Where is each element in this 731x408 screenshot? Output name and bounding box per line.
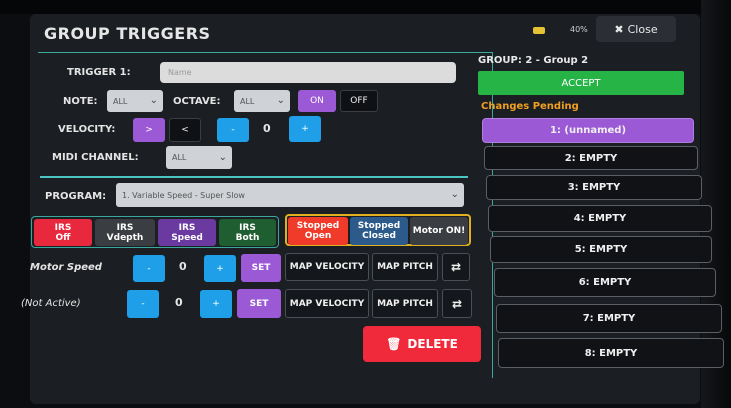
section-divider (40, 176, 468, 178)
chevron-down-icon: ⌄ (218, 151, 227, 163)
close-button[interactable]: ✖ Close (596, 16, 676, 42)
note-select[interactable]: ALL ⌄ (107, 90, 163, 112)
irs-button-3[interactable]: IRS Speed (158, 219, 216, 246)
accept-button[interactable]: ACCEPT (478, 71, 684, 95)
note-label: NOTE: (63, 96, 98, 107)
delete-button[interactable]: 🗑 DELETE (363, 326, 481, 362)
velocity-greater-button[interactable]: > (133, 118, 165, 142)
header-divider (38, 52, 493, 53)
velocity-less-button[interactable]: < (169, 118, 201, 142)
not-active-set-button[interactable]: SET (237, 289, 281, 318)
program-value: 1. Variable Speed - Super Slow (122, 190, 245, 200)
chevron-down-icon: ⌄ (149, 94, 158, 106)
not-active-increment-button[interactable]: + (200, 290, 232, 318)
irs-button-2[interactable]: IRS Vdepth (95, 219, 155, 246)
octave-select[interactable]: ALL ⌄ (234, 90, 290, 112)
swap-icon[interactable]: ⇄ (442, 289, 472, 318)
group-slot-3[interactable]: 3: EMPTY (486, 175, 702, 200)
chevron-down-icon: ⌄ (450, 188, 459, 200)
velocity-decrement-button[interactable]: - (217, 118, 249, 142)
changes-pending-label: Changes Pending (481, 101, 579, 112)
motor-speed-increment-button[interactable]: + (204, 255, 236, 282)
motor-speed-map-pitch-button[interactable]: MAP PITCH (372, 253, 438, 281)
motor-speed-value: 0 (179, 260, 187, 273)
group-slot-2[interactable]: 2: EMPTY (484, 146, 698, 170)
group-slot-1[interactable]: 1: (unnamed) (482, 118, 694, 143)
trash-icon: 🗑 (386, 337, 402, 351)
irs-button-1[interactable]: IRS Off (34, 219, 92, 246)
note-value: ALL (113, 96, 128, 106)
not-active-map-velocity-button[interactable]: MAP VELOCITY (285, 289, 369, 318)
close-label: Close (627, 22, 658, 36)
trigger-name-placeholder: Name (168, 68, 192, 77)
battery-level: 40% (570, 25, 588, 34)
motor-speed-set-button[interactable]: SET (241, 254, 281, 282)
velocity-value: 0 (263, 122, 271, 135)
motor-speed-decrement-button[interactable]: - (133, 255, 165, 282)
chevron-down-icon: ⌄ (276, 94, 285, 106)
midi-channel-label: MIDI CHANNEL: (52, 152, 139, 163)
trigger-name-input[interactable]: Name (160, 62, 456, 83)
octave-off-button[interactable]: OFF (340, 90, 378, 112)
page-title: GROUP TRIGGERS (44, 24, 211, 43)
octave-label: OCTAVE: (173, 96, 221, 107)
not-active-value: 0 (175, 296, 183, 309)
not-active-decrement-button[interactable]: - (127, 290, 159, 318)
screen-bezel-top (0, 0, 731, 14)
group-slot-4[interactable]: 4: EMPTY (488, 205, 712, 232)
motor-speed-map-velocity-button[interactable]: MAP VELOCITY (285, 253, 369, 281)
trigger-label: TRIGGER 1: (67, 67, 131, 78)
not-active-label: (Not Active) (21, 298, 81, 309)
group-title: GROUP: 2 - Group 2 (478, 55, 589, 66)
program-select[interactable]: 1. Variable Speed - Super Slow ⌄ (116, 183, 464, 207)
group-slot-7[interactable]: 7: EMPTY (496, 304, 722, 333)
battery-icon (533, 27, 545, 34)
group-slot-8[interactable]: 8: EMPTY (498, 338, 724, 368)
program-label: PROGRAM: (45, 191, 107, 202)
velocity-label: VELOCITY: (58, 124, 116, 135)
delete-label: DELETE (407, 337, 458, 351)
octave-on-button[interactable]: ON (298, 90, 336, 112)
close-icon: ✖ (614, 22, 624, 36)
irs-button-4[interactable]: IRS Both (219, 219, 276, 246)
motor-state-button-1[interactable]: Stopped Open (288, 217, 348, 245)
motor-speed-label: Motor Speed (30, 262, 102, 273)
group-slot-6[interactable]: 6: EMPTY (494, 268, 716, 297)
group-slot-5[interactable]: 5: EMPTY (490, 236, 712, 263)
octave-value: ALL (240, 96, 255, 106)
not-active-map-pitch-button[interactable]: MAP PITCH (372, 289, 438, 318)
motor-state-button-2[interactable]: Stopped Closed (350, 217, 408, 245)
velocity-increment-button[interactable]: + (289, 116, 321, 142)
midi-channel-value: ALL (172, 153, 187, 162)
motor-state-button-3[interactable]: Motor ON! (410, 217, 468, 245)
midi-channel-select[interactable]: ALL ⌄ (166, 146, 232, 169)
swap-icon[interactable]: ⇄ (442, 253, 470, 281)
